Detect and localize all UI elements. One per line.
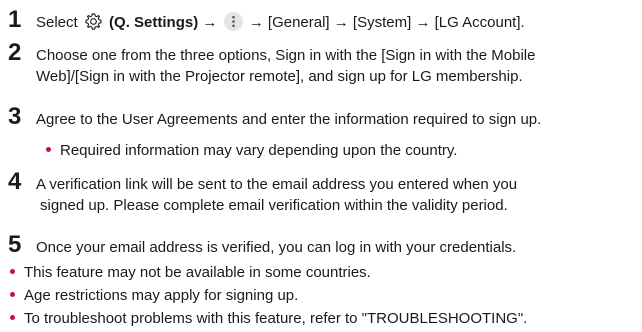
step-1-pre: Select bbox=[36, 14, 78, 31]
step-text: Agree to the User Agreements and enter t… bbox=[36, 109, 636, 130]
note-text: Age restrictions may apply for signing u… bbox=[24, 287, 299, 304]
step-text: Select (Q. Settings) → → [General] → [Sy… bbox=[36, 11, 636, 33]
note-text: To troubleshoot problems with this featu… bbox=[24, 310, 528, 327]
step-text: Once your email address is verified, you… bbox=[36, 237, 636, 258]
step-number: 4 bbox=[8, 168, 22, 195]
step-4-line-1: A verification link will be sent to the … bbox=[36, 176, 518, 193]
step-text: Choose one from the three options, Sign … bbox=[36, 45, 636, 87]
bullet bbox=[46, 146, 51, 152]
step-number: 2 bbox=[8, 39, 22, 66]
q-settings-label: (Q. Settings) bbox=[109, 14, 199, 31]
step-number: 3 bbox=[8, 103, 22, 130]
bullet bbox=[10, 268, 15, 274]
step-text: A verification link will be sent to the … bbox=[36, 174, 636, 216]
step-2-line-2: Web]/[Sign in with the Projector remote]… bbox=[36, 68, 523, 85]
step-1-path: → [General] → [System] → [LG Account]. bbox=[248, 14, 525, 31]
bullet bbox=[10, 314, 15, 320]
note-item: To troubleshoot problems with this featu… bbox=[10, 308, 636, 329]
step-5-line-1: Once your email address is verified, you… bbox=[36, 239, 517, 256]
arrow: → bbox=[202, 14, 218, 31]
step-number: 5 bbox=[8, 231, 22, 258]
step-3-sub-text: Required information may vary depending … bbox=[60, 142, 458, 159]
step-3-line-1: Agree to the User Agreements and enter t… bbox=[36, 111, 542, 128]
more-vertical-icon bbox=[223, 11, 243, 31]
note-text: This feature may not be available in som… bbox=[24, 264, 371, 281]
step-3-sub-item: Required information may vary depending … bbox=[46, 140, 636, 161]
note-item: Age restrictions may apply for signing u… bbox=[10, 285, 636, 306]
bullet bbox=[10, 291, 15, 297]
step-4-line-2: signed up. Please complete email verific… bbox=[40, 197, 508, 214]
step-number: 1 bbox=[8, 6, 22, 33]
note-item: This feature may not be available in som… bbox=[10, 262, 636, 283]
step-2-line-1: Choose one from the three options, Sign … bbox=[36, 47, 536, 64]
gear-icon bbox=[84, 12, 103, 31]
